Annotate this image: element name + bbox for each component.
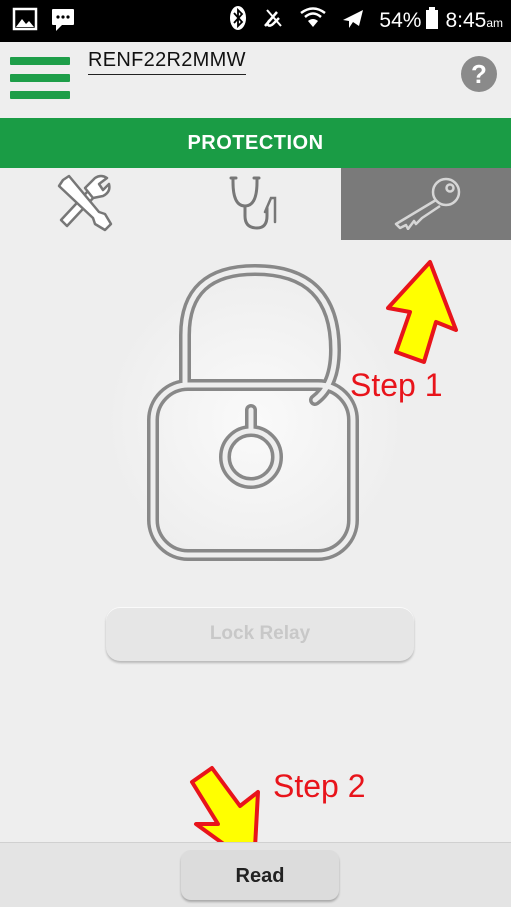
unlocked-padlock-icon: [105, 264, 405, 565]
step2-label: Step 2: [273, 768, 366, 804]
lock-status: [105, 245, 405, 575]
section-title: PROTECTION: [0, 118, 511, 168]
key-icon: [386, 174, 466, 235]
menu-icon[interactable]: [10, 57, 70, 105]
read-button[interactable]: Read: [181, 850, 339, 900]
device-name[interactable]: RENF22R2MMW: [88, 49, 246, 75]
battery-percent: 54%: [379, 9, 422, 32]
status-bar: 54% 8:45am: [0, 0, 511, 42]
tab-diagnostics[interactable]: [170, 168, 340, 240]
tools-icon: [53, 172, 117, 237]
mute-icon: [261, 6, 285, 36]
wifi-icon: [299, 7, 327, 35]
tab-protection[interactable]: [340, 168, 511, 240]
clock-suffix: am: [486, 16, 503, 30]
stethoscope-icon: [227, 172, 283, 237]
message-icon: [50, 6, 76, 37]
clock: 8:45am: [445, 9, 503, 33]
clock-time: 8:45: [445, 9, 487, 32]
lock-relay-button[interactable]: Lock Relay: [106, 607, 414, 661]
tab-bar: [0, 168, 511, 240]
help-button[interactable]: ?: [461, 56, 497, 92]
tab-settings[interactable]: [0, 168, 170, 240]
step1-label: Step 1: [350, 367, 443, 403]
battery-icon: [425, 6, 439, 36]
app-header: RENF22R2MMW ?: [0, 42, 511, 118]
airplane-icon: [341, 6, 365, 36]
step1-arrow-icon: [370, 258, 460, 373]
bluetooth-icon: [229, 5, 247, 37]
image-icon: [12, 6, 38, 37]
